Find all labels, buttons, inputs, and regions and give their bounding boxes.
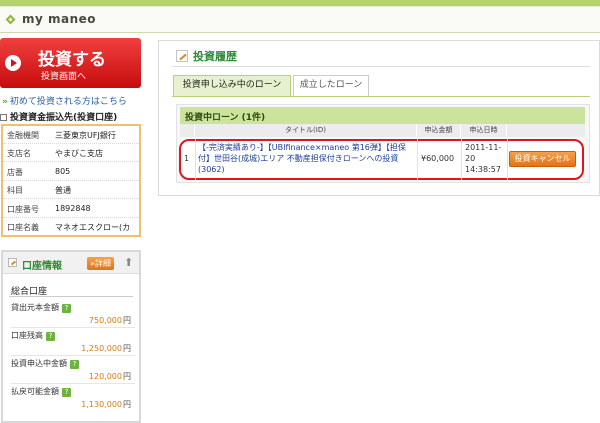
loan-date: 2011-11-20 14:38:57	[465, 143, 502, 174]
bank-row-key: 科目	[7, 186, 23, 195]
column-divider	[507, 139, 508, 180]
column-divider	[417, 139, 418, 180]
loan-amount: ¥60,000	[421, 154, 455, 163]
bank-row: 店番 805	[3, 163, 139, 181]
play-icon	[5, 55, 21, 71]
column-header-title: タイトル(ID)	[195, 124, 417, 137]
currency-unit: 円	[123, 400, 131, 409]
bank-row: 金融機関 三菱東京UFJ銀行	[3, 126, 139, 144]
bank-row: 支店名 やまびこ支店	[3, 144, 139, 162]
account-item-amount: 120,000	[88, 372, 122, 381]
bank-row-value: マネオエスクロー(カ	[55, 223, 131, 232]
tab-underline	[172, 96, 590, 97]
divider	[11, 327, 135, 328]
account-item-value: 120,000円	[89, 371, 131, 382]
invest-button[interactable]: 投資する 投資画面へ	[0, 38, 141, 88]
tab-applying-loans[interactable]: 投資申し込み中のローン	[173, 75, 291, 96]
divider	[11, 355, 135, 356]
divider	[9, 296, 133, 297]
loan-section-title: 投資中ローン (1件)	[185, 113, 266, 123]
bank-info-box: 金融機関 三菱東京UFJ銀行 支店名 やまびこ支店 店番 805 科目 普通 口…	[1, 124, 141, 237]
pencil-icon	[176, 50, 188, 62]
column-header-action	[507, 124, 585, 137]
bank-row-key: 金融機関	[7, 131, 39, 140]
diamond-icon	[5, 14, 16, 25]
account-info-panel: 口座情報 »詳細 ⬆ 総合口座 貸出元本金額? 750,000円 口座残高? 1…	[1, 250, 141, 423]
bank-row-value: 普通	[55, 186, 71, 195]
bank-info-title: 投資資金振込先(投資口座)	[0, 110, 117, 123]
bank-info-title-label: 投資資金振込先(投資口座)	[10, 113, 118, 123]
help-icon[interactable]: ?	[46, 332, 55, 341]
bank-row-key: 口座番号	[7, 205, 39, 214]
first-time-link-label: 初めて投資される方はこちら	[9, 97, 127, 107]
loan-section-header: 投資中ローン (1件)	[180, 107, 585, 124]
account-item-value: 1,250,000円	[81, 343, 131, 354]
currency-unit: 円	[123, 344, 131, 353]
checkbox-icon	[0, 114, 7, 121]
column-header-index	[180, 124, 195, 137]
account-detail-button[interactable]: »詳細	[87, 257, 114, 270]
account-item: 口座残高? 1,250,000円	[11, 330, 135, 356]
page-title: 投資履歴	[193, 50, 237, 63]
invest-button-label: 投資する	[38, 50, 106, 70]
column-header-amount: 申込金額	[417, 124, 461, 137]
column-divider	[195, 139, 196, 180]
tab-completed-loans[interactable]: 成立したローン	[293, 75, 369, 96]
account-item-amount: 1,130,000	[81, 400, 122, 409]
site-header: my maneo	[0, 7, 600, 33]
account-item-label: 貸出元本金額	[11, 303, 59, 312]
invest-button-sublabel: 投資画面へ	[41, 72, 87, 82]
column-divider	[461, 139, 462, 180]
row-index: 1	[184, 154, 190, 163]
bank-row-value: やまびこ支店	[55, 149, 103, 158]
account-item: 貸出元本金額? 750,000円	[11, 302, 135, 328]
bank-row-key: 店番	[7, 168, 23, 177]
account-detail-label: 詳細	[94, 259, 111, 268]
bank-row-key: 支店名	[7, 149, 31, 158]
bank-row: 科目 普通	[3, 181, 139, 199]
bank-row-key: 口座名義	[7, 223, 39, 232]
currency-unit: 円	[123, 372, 131, 381]
help-icon[interactable]: ?	[62, 388, 71, 397]
cancel-investment-button[interactable]: 投資キャンセル	[509, 151, 576, 167]
chevron-down-icon: »	[2, 97, 8, 107]
bank-row-value: 三菱東京UFJ銀行	[55, 131, 116, 140]
loan-title-link[interactable]: 【-完済実績あり-】【UBIfinance×maneo 第16弾】【担保付】世田…	[198, 142, 414, 175]
account-item: 投資申込中金額? 120,000円	[11, 358, 135, 384]
bank-row: 口座番号 1892848	[3, 200, 139, 218]
bank-row-value: 1892848	[55, 204, 91, 213]
brand-logo[interactable]: my maneo	[22, 12, 96, 26]
help-icon[interactable]: ?	[70, 360, 79, 369]
divider	[172, 66, 590, 67]
first-time-link[interactable]: » 初めて投資される方はこちら	[2, 94, 127, 107]
bank-row-value: 805	[55, 167, 71, 176]
account-item-label: 口座残高	[11, 331, 43, 340]
help-icon[interactable]: ?	[62, 304, 71, 313]
account-info-title: 口座情報	[22, 261, 62, 272]
bank-row: 口座名義 マネオエスクロー(カ	[3, 218, 139, 236]
account-item: 払戻可能金額? 1,130,000円	[11, 386, 135, 409]
account-info-header: 口座情報 »詳細 ⬆	[3, 252, 139, 274]
pencil-icon	[8, 258, 17, 267]
currency-unit: 円	[123, 316, 131, 325]
account-item-amount: 750,000	[88, 316, 122, 325]
column-header-date: 申込日時	[461, 124, 507, 137]
arrow-up-icon[interactable]: ⬆	[124, 256, 133, 269]
account-item-value: 750,000円	[89, 315, 131, 326]
account-item-amount: 1,250,000	[81, 344, 122, 353]
account-item-label: 払戻可能金額	[11, 387, 59, 396]
divider	[11, 383, 135, 384]
account-item-value: 1,130,000円	[81, 399, 131, 410]
account-item-label: 投資申込中金額	[11, 359, 67, 368]
